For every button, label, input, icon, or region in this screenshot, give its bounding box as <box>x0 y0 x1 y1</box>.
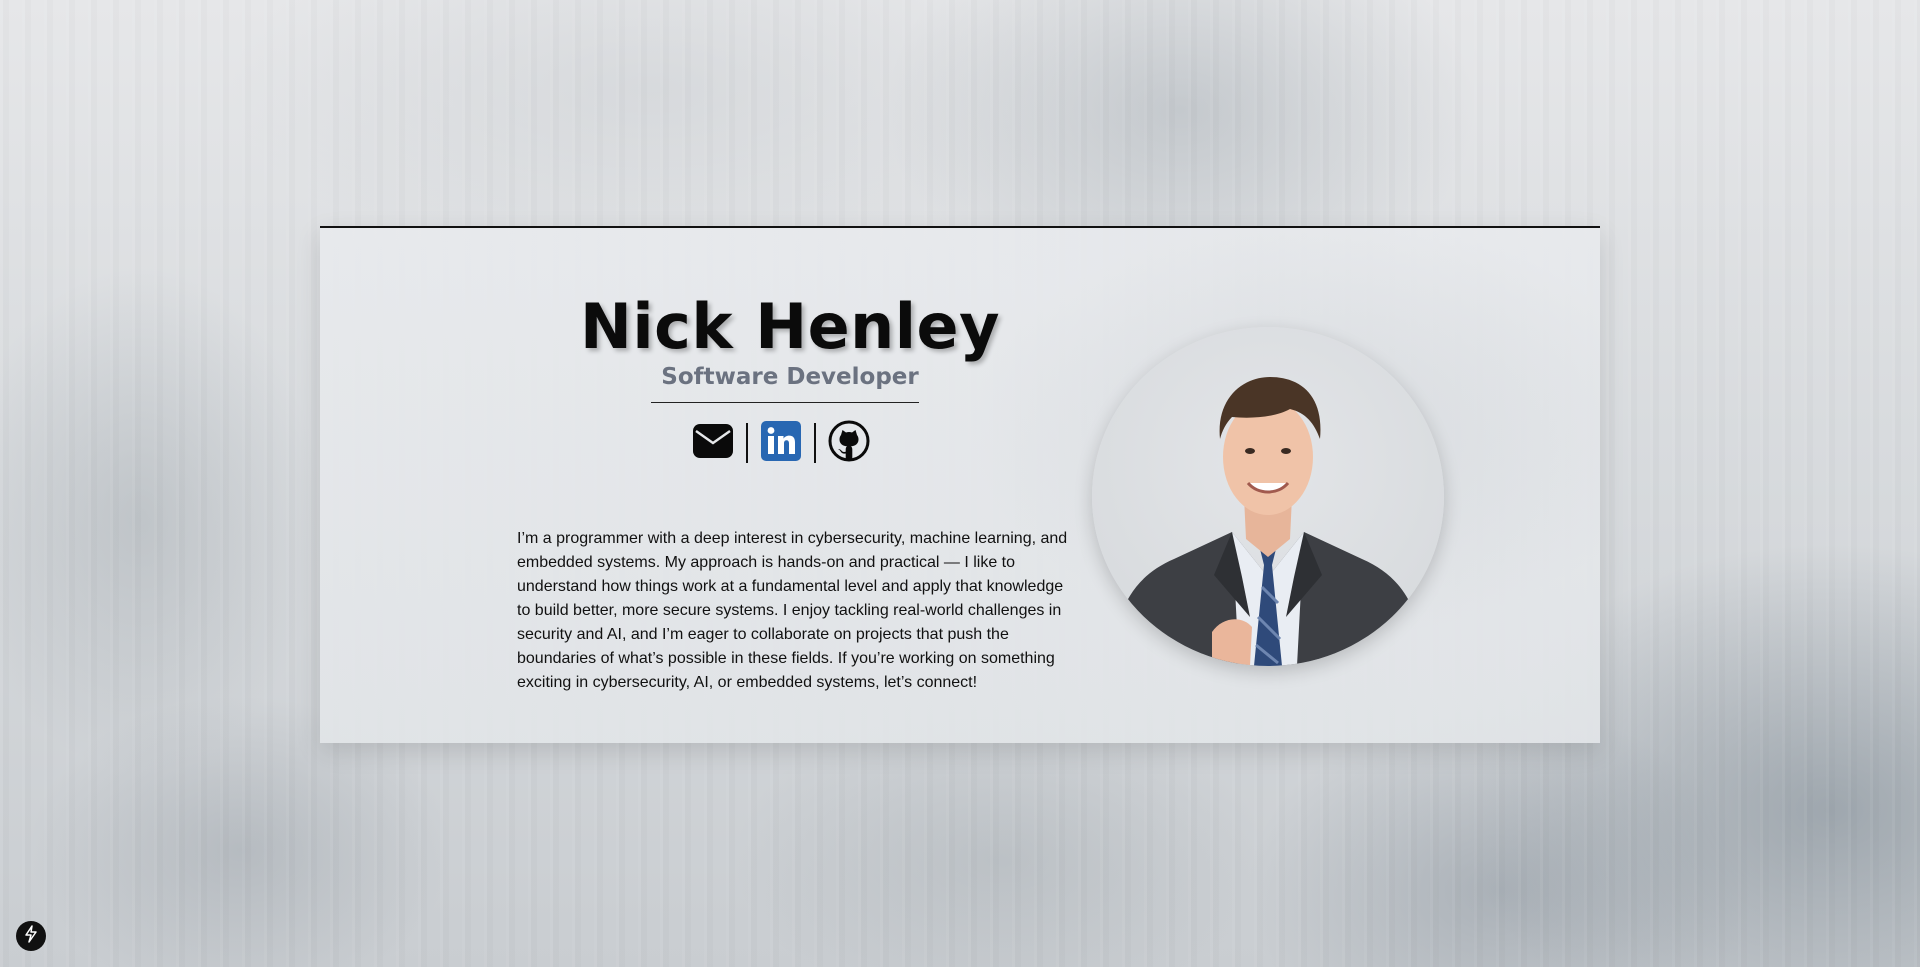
dev-indicator-button[interactable] <box>16 921 46 951</box>
profile-card: Nick Henley Software Developer I’m a pro… <box>320 226 1600 743</box>
social-links <box>692 420 870 466</box>
social-separator <box>814 423 816 463</box>
linkedin-link[interactable] <box>760 421 802 465</box>
profile-name: Nick Henley <box>579 290 1000 363</box>
lightning-bolt-icon <box>23 925 39 947</box>
page-background: Nick Henley Software Developer I’m a pro… <box>0 0 1920 967</box>
social-separator <box>746 423 748 463</box>
email-link[interactable] <box>692 422 734 464</box>
profile-role: Software Developer <box>661 364 919 390</box>
linkedin-icon <box>761 421 801 465</box>
envelope-icon <box>692 422 734 464</box>
github-link[interactable] <box>828 420 870 466</box>
github-icon <box>828 420 870 466</box>
profile-bio: I’m a programmer with a deep interest in… <box>517 530 1068 691</box>
role-divider <box>651 402 919 403</box>
profile-photo <box>1092 327 1444 666</box>
